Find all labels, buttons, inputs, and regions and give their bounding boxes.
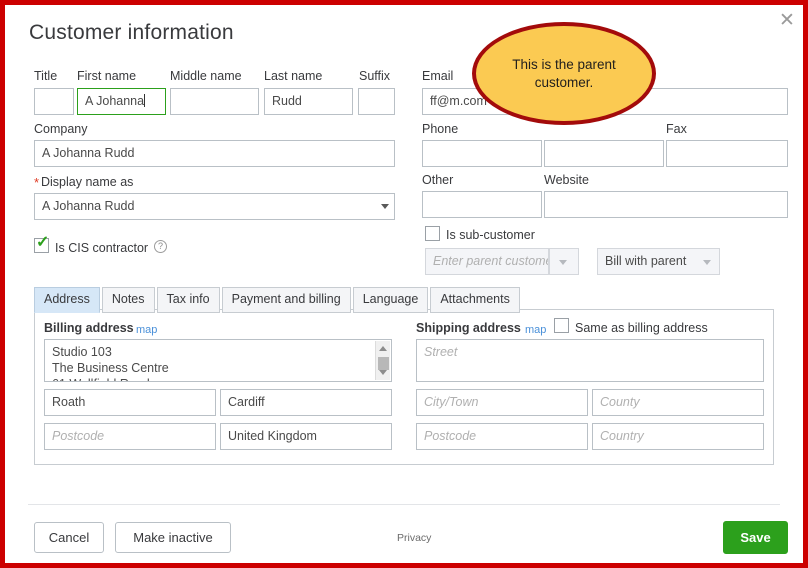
- billing-street-line-1: Studio 103: [52, 345, 112, 359]
- shipping-street-textarea[interactable]: Street: [416, 339, 764, 382]
- first-name-input[interactable]: A Johanna: [77, 88, 166, 115]
- tab-address[interactable]: Address: [34, 287, 100, 313]
- middle-name-label: Middle name: [170, 69, 242, 83]
- billing-street-textarea[interactable]: Studio 103 The Business Centre 61 Wellfi…: [44, 339, 392, 382]
- save-button[interactable]: Save: [723, 521, 788, 554]
- chevron-down-icon: [703, 260, 711, 265]
- display-name-select[interactable]: A Johanna Rudd: [34, 193, 395, 220]
- phone-label: Phone: [422, 122, 459, 136]
- company-input[interactable]: A Johanna Rudd: [34, 140, 395, 167]
- shipping-city-input[interactable]: City/Town: [416, 389, 588, 416]
- same-as-billing-checkbox[interactable]: [554, 318, 569, 333]
- close-icon[interactable]: ✕: [777, 11, 797, 31]
- cis-contractor-label: Is CIS contractor: [55, 241, 149, 255]
- fax-label: Fax: [666, 122, 687, 136]
- is-sub-customer-label: Is sub-customer: [446, 228, 535, 242]
- shipping-postcode-input[interactable]: Postcode: [416, 423, 588, 450]
- same-as-billing-label: Same as billing address: [575, 321, 708, 335]
- customer-information-modal: ✕ Customer information Title First name …: [0, 0, 808, 568]
- address-tab-panel: Billing address map Studio 103 The Busin…: [34, 309, 774, 465]
- billing-country-input[interactable]: United Kingdom: [220, 423, 392, 450]
- title-label: Title: [34, 69, 58, 83]
- suffix-input[interactable]: [358, 88, 395, 115]
- billing-street-line-2: The Business Centre: [52, 361, 169, 375]
- email-label: Email: [422, 69, 454, 83]
- other-label: Other: [422, 173, 454, 187]
- footer-divider: [28, 504, 780, 505]
- text-cursor: [144, 94, 146, 107]
- company-label: Company: [34, 122, 88, 136]
- privacy-link[interactable]: Privacy: [397, 532, 431, 544]
- tab-tax-info[interactable]: Tax info: [156, 287, 220, 313]
- billing-address-title: Billing address: [44, 321, 134, 335]
- scrollbar[interactable]: [375, 341, 390, 380]
- last-name-label: Last name: [264, 69, 323, 83]
- check-icon: ✓: [36, 234, 50, 251]
- chevron-down-icon[interactable]: [381, 204, 389, 209]
- modal-panel: ✕ Customer information Title First name …: [5, 5, 803, 563]
- middle-name-input[interactable]: [170, 88, 259, 115]
- scroll-down-icon[interactable]: [379, 370, 387, 375]
- shipping-map-link[interactable]: map: [525, 324, 546, 336]
- website-input[interactable]: [544, 191, 788, 218]
- cis-contractor-checkbox[interactable]: ✓: [34, 234, 50, 253]
- mobile-input[interactable]: [544, 140, 664, 167]
- tab-notes[interactable]: Notes: [101, 287, 155, 313]
- tab-payment-and-billing[interactable]: Payment and billing: [221, 287, 351, 313]
- shipping-county-input[interactable]: County: [592, 389, 764, 416]
- tab-attachments[interactable]: Attachments: [430, 287, 520, 313]
- suffix-label: Suffix: [359, 69, 391, 83]
- website-label: Website: [544, 173, 589, 187]
- title-input[interactable]: [34, 88, 74, 115]
- make-inactive-button[interactable]: Make inactive: [115, 522, 231, 553]
- shipping-country-input[interactable]: Country: [592, 423, 764, 450]
- billing-city-input[interactable]: Roath: [44, 389, 216, 416]
- parent-customer-input[interactable]: Enter parent customer: [425, 248, 549, 275]
- bill-with-parent-select[interactable]: Bill with parent: [597, 248, 720, 275]
- last-name-input[interactable]: Rudd: [264, 88, 353, 115]
- display-name-label: Display name as: [41, 175, 134, 189]
- page-title: Customer information: [29, 21, 234, 44]
- tab-language[interactable]: Language: [352, 287, 429, 313]
- chevron-down-icon: [559, 260, 567, 265]
- tab-bar: Address Notes Tax info Payment and billi…: [34, 287, 522, 313]
- billing-postcode-input[interactable]: Postcode: [44, 423, 216, 450]
- first-name-label: First name: [77, 69, 137, 83]
- billing-county-input[interactable]: Cardiff: [220, 389, 392, 416]
- billing-street-line-3: 61 Wellfield Road: [52, 376, 384, 381]
- cancel-button[interactable]: Cancel: [34, 522, 104, 553]
- is-sub-customer-checkbox[interactable]: [425, 226, 440, 241]
- question-mark-icon[interactable]: ?: [154, 240, 167, 253]
- phone-input[interactable]: [422, 140, 542, 167]
- billing-map-link[interactable]: map: [136, 324, 157, 336]
- other-input[interactable]: [422, 191, 542, 218]
- scrollbar-thumb[interactable]: [378, 357, 389, 370]
- annotation-callout: This is the parent customer.: [472, 22, 656, 125]
- scroll-up-icon[interactable]: [379, 346, 387, 351]
- first-name-value: A Johanna: [85, 94, 145, 108]
- required-asterisk: *: [34, 175, 40, 190]
- shipping-address-title: Shipping address: [416, 321, 521, 335]
- annotation-callout-text: This is the parent customer.: [512, 56, 616, 90]
- fax-input[interactable]: [666, 140, 788, 167]
